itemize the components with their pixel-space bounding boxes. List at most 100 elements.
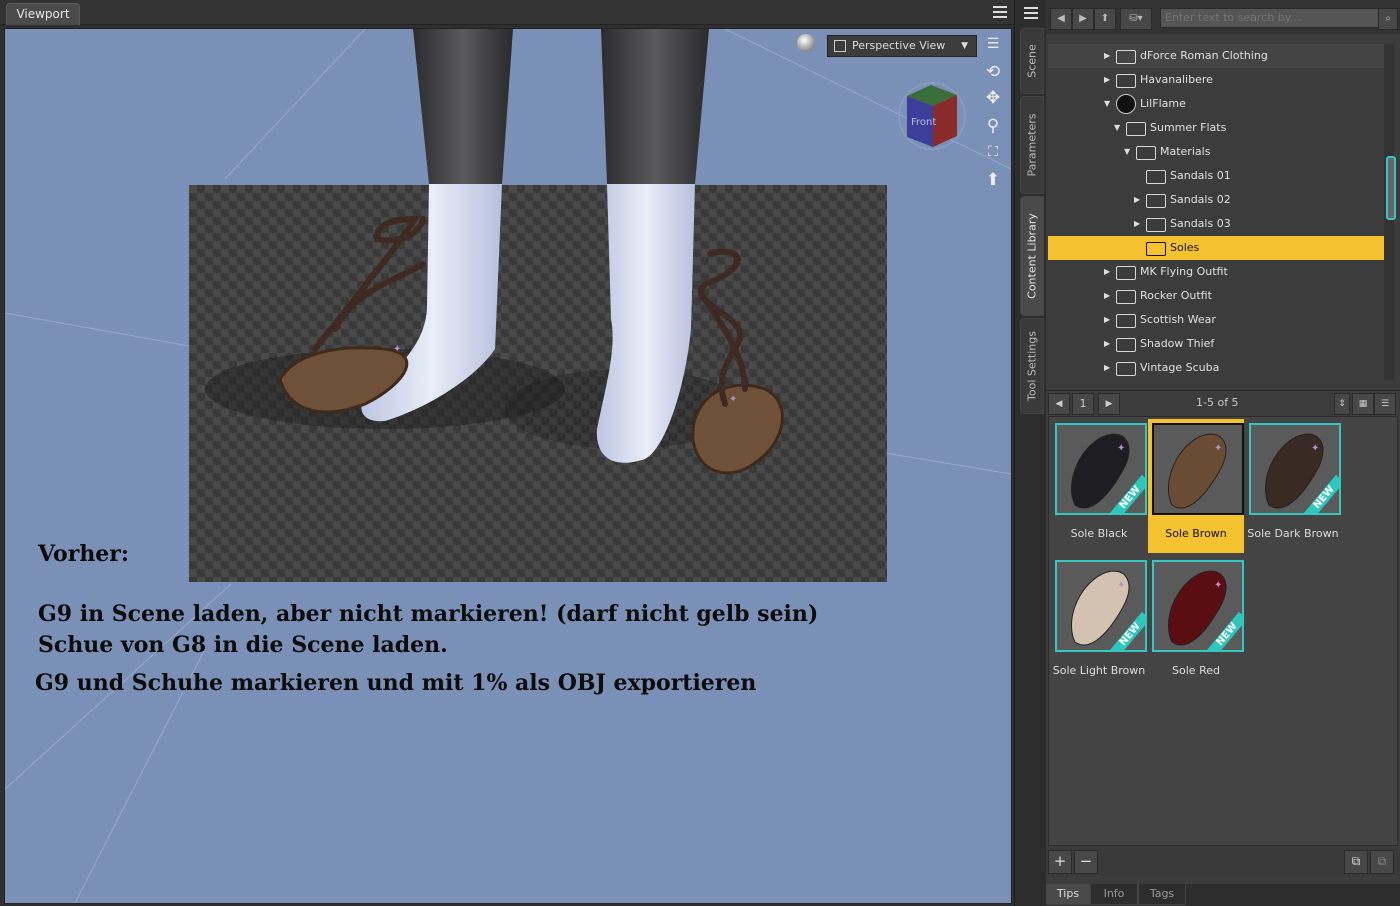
vendor-logo-icon	[1116, 94, 1136, 114]
tree-item[interactable]: ▶ MK Flying Outfit	[1048, 260, 1384, 284]
prev-page-icon[interactable]: ◀	[1048, 393, 1070, 415]
tree-item[interactable]: ▼ Materials	[1048, 140, 1384, 164]
folder-icon	[1146, 170, 1166, 184]
frame-icon[interactable]: ⛶	[982, 141, 1004, 163]
next-page-icon[interactable]: ▶	[1098, 393, 1120, 415]
tree-item[interactable]: ▶ Havanalibere	[1048, 68, 1384, 92]
asset-thumbnail: ✦ NEW	[1055, 423, 1147, 515]
asset-tile[interactable]: ✦ Sole Brown	[1148, 419, 1244, 553]
tree-item[interactable]: ▶ Scottish Wear	[1048, 308, 1384, 332]
tree-item[interactable]: ▶ Sandals 03	[1048, 212, 1384, 236]
expand-arrow-icon[interactable]: ▼	[1124, 140, 1134, 164]
tree-item-label: LilFlame	[1140, 97, 1186, 110]
orbit-icon[interactable]: ⟲	[982, 61, 1004, 83]
tree-item[interactable]: ▶ Shadow Thief	[1048, 332, 1384, 356]
tree-item[interactable]: ▶ dForce Roman Clothing	[1048, 44, 1384, 68]
reset-view-icon[interactable]: ⬆	[982, 169, 1004, 191]
add-button[interactable]: +	[1048, 850, 1072, 874]
tab-tips[interactable]: Tips	[1046, 884, 1090, 905]
view-cube[interactable]: Front	[897, 81, 967, 151]
collapse-arrow-icon[interactable]: ▶	[1104, 68, 1114, 92]
tree-item[interactable]: Sandals 01	[1048, 164, 1384, 188]
tab-tags[interactable]: Tags	[1138, 884, 1186, 905]
pane-menu-icon[interactable]	[1023, 6, 1039, 20]
asset-thumbnail: ✦	[1152, 423, 1244, 515]
tree-item-label: Vintage Scuba	[1140, 361, 1220, 374]
chevron-down-icon: ▼	[961, 41, 968, 51]
paste-icon[interactable]: ⧉	[1370, 850, 1394, 874]
collapse-arrow-icon[interactable]: ▶	[1104, 356, 1114, 380]
asset-label: Sole Dark Brown	[1247, 527, 1339, 540]
figure-feet: ✦ ✦	[205, 29, 784, 475]
tree-item-label: Rocker Outfit	[1140, 289, 1212, 302]
pane-menu-icon[interactable]	[992, 5, 1008, 19]
tree-item[interactable]: ▼ Summer Flats	[1048, 116, 1384, 140]
viewport-layout-icon	[834, 40, 846, 52]
viewport-menu-icon[interactable]: ☰	[982, 33, 1004, 55]
viewport-tabbar: Viewport	[0, 0, 1014, 25]
expand-arrow-icon[interactable]: ▼	[1114, 116, 1124, 140]
asset-thumbnail: ✦ NEW	[1249, 423, 1341, 515]
collapse-arrow-icon[interactable]: ▶	[1134, 212, 1144, 236]
folder-icon	[1116, 338, 1136, 352]
tab-content-library[interactable]: Content Library	[1020, 196, 1044, 316]
svg-text:✦: ✦	[1117, 443, 1125, 454]
asset-tile[interactable]: ✦ NEW Sole Red	[1148, 556, 1244, 690]
tree-item-label: Scottish Wear	[1140, 313, 1216, 326]
back-icon[interactable]: ◀	[1050, 8, 1072, 30]
forward-icon[interactable]: ▶	[1072, 8, 1094, 30]
pager: ◀ 1 ▶ 1-5 of 5 ⇕ ▦ ☰	[1046, 390, 1400, 415]
folder-icon	[1116, 362, 1136, 376]
note-line-1: G9 in Scene laden, aber nicht markieren!…	[38, 601, 819, 627]
draw-style-icon[interactable]	[797, 34, 815, 52]
tab-tool-settings[interactable]: Tool Settings	[1020, 318, 1044, 414]
tab-info[interactable]: Info	[1090, 884, 1138, 905]
tree-scrollbar[interactable]	[1384, 44, 1396, 380]
remove-button[interactable]: −	[1074, 850, 1098, 874]
collapse-arrow-icon[interactable]: ▶	[1134, 188, 1144, 212]
asset-label: Sole Red	[1172, 664, 1220, 677]
search-input[interactable]	[1160, 8, 1380, 28]
size-stepper[interactable]: ⇕	[1334, 393, 1350, 415]
expand-arrow-icon[interactable]: ▼	[1104, 92, 1114, 116]
asset-tile[interactable]: ✦ NEW Sole Black	[1051, 419, 1147, 553]
tree-item-label: dForce Roman Clothing	[1140, 49, 1268, 62]
tree-item-label: Materials	[1160, 145, 1211, 158]
tree-item[interactable]: Soles	[1048, 236, 1384, 260]
tree-item-label: Sandals 01	[1170, 169, 1231, 182]
tab-viewport[interactable]: Viewport	[6, 3, 80, 25]
pan-icon[interactable]: ✥	[982, 87, 1004, 109]
folder-icon	[1126, 122, 1146, 136]
collapse-arrow-icon[interactable]: ▶	[1104, 332, 1114, 356]
view-select[interactable]: Perspective View ▼	[827, 35, 977, 57]
asset-tile[interactable]: ✦ NEW Sole Dark Brown	[1245, 419, 1341, 553]
viewport-canvas[interactable]: ✦ ✦ Perspective View ▼ ☰ ⟲ ✥ ⚲ ⛶ ⬆ Front…	[4, 28, 1012, 904]
collapse-arrow-icon[interactable]: ▶	[1104, 308, 1114, 332]
tree-item-label: Sandals 03	[1170, 217, 1231, 230]
collapse-arrow-icon[interactable]: ▶	[1104, 44, 1114, 68]
collapse-arrow-icon[interactable]: ▶	[1104, 260, 1114, 284]
tree-item[interactable]: ▼ LilFlame	[1048, 92, 1384, 116]
tab-parameters[interactable]: Parameters	[1020, 96, 1044, 194]
tab-scene[interactable]: Scene	[1020, 28, 1044, 94]
copy-icon[interactable]: ⧉	[1344, 850, 1368, 874]
up-folder-icon[interactable]: ⬆	[1094, 8, 1116, 30]
scrollbar-thumb[interactable]	[1386, 156, 1396, 220]
svg-text:✦: ✦	[1214, 443, 1222, 454]
library-tree: ▶ dForce Roman Clothing ▶ Havanalibere ▼ LilF…	[1048, 44, 1384, 380]
svg-text:✦: ✦	[729, 394, 737, 405]
list-view-icon[interactable]: ☰	[1374, 393, 1396, 415]
page-number[interactable]: 1	[1072, 393, 1094, 415]
search-icon[interactable]: ⌕	[1378, 8, 1398, 30]
tree-item[interactable]: ▶ Rocker Outfit	[1048, 284, 1384, 308]
asset-tile[interactable]: ✦ NEW Sole Light Brown	[1051, 556, 1147, 690]
tree-item[interactable]: ▶ Sandals 02	[1048, 188, 1384, 212]
tree-item[interactable]: ▶ Vintage Scuba	[1048, 356, 1384, 380]
svg-text:✦: ✦	[393, 344, 401, 355]
zoom-icon[interactable]: ⚲	[982, 115, 1004, 137]
collapse-arrow-icon[interactable]: ▶	[1104, 284, 1114, 308]
grid-view-icon[interactable]: ▦	[1352, 393, 1374, 415]
note-line-3: G9 und Schuhe markieren und mit 1% als O…	[35, 670, 757, 696]
database-icon[interactable]: ⛁▾	[1120, 8, 1152, 30]
svg-text:✦: ✦	[1311, 443, 1319, 454]
